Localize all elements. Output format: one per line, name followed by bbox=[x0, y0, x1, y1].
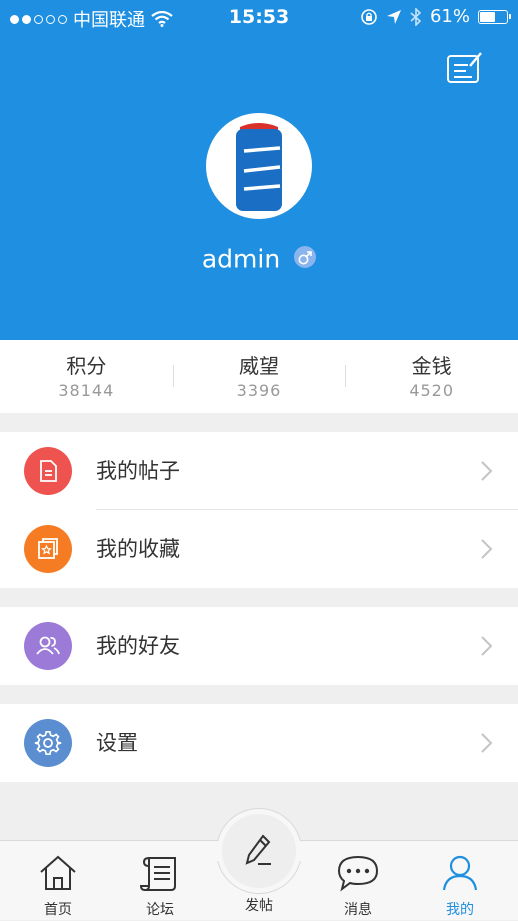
menu-group-content: 我的帖子 我的收藏 bbox=[0, 432, 518, 588]
menu-item-my-favorites[interactable]: 我的收藏 bbox=[0, 510, 518, 588]
tab-post-label: 发帖 bbox=[245, 898, 273, 914]
menu-item-label: 设置 bbox=[96, 731, 138, 755]
menu-item-label: 我的帖子 bbox=[96, 459, 180, 483]
pencil-icon bbox=[245, 834, 271, 865]
stat-money[interactable]: 金钱 4520 bbox=[345, 340, 518, 413]
battery-percent: 61% bbox=[429, 6, 470, 27]
tab-label: 首页 bbox=[44, 902, 72, 918]
gender-male-icon bbox=[294, 246, 317, 268]
stat-prestige[interactable]: 威望 3396 bbox=[172, 340, 346, 413]
user-avatar[interactable] bbox=[206, 113, 312, 219]
friends-icon bbox=[24, 622, 72, 670]
home-icon bbox=[40, 855, 76, 890]
status-bar: 中国联通 15:53 61% bbox=[0, 0, 518, 34]
stat-label: 积分 bbox=[66, 354, 107, 378]
favorites-icon bbox=[24, 525, 72, 573]
stat-label: 威望 bbox=[239, 354, 279, 378]
menu-item-label: 我的收藏 bbox=[96, 537, 180, 561]
menu-item-settings[interactable]: 设置 bbox=[0, 704, 518, 782]
stat-points[interactable]: 积分 38144 bbox=[0, 340, 173, 413]
menu-item-label: 我的好友 bbox=[96, 634, 180, 658]
chevron-right-icon bbox=[481, 733, 493, 753]
battery-icon bbox=[478, 9, 511, 24]
posts-icon bbox=[24, 447, 72, 495]
avatar-logo bbox=[236, 123, 282, 211]
menu-item-my-posts[interactable]: 我的帖子 bbox=[0, 432, 518, 510]
profile-header: 中国联通 15:53 61% admin bbox=[0, 0, 518, 340]
tab-label: 消息 bbox=[344, 902, 372, 918]
post-button[interactable] bbox=[222, 814, 296, 888]
bluetooth-icon bbox=[410, 7, 422, 26]
chevron-right-icon bbox=[481, 539, 493, 559]
edit-profile-icon[interactable] bbox=[444, 50, 484, 86]
rotation-lock-icon bbox=[361, 8, 377, 25]
user-stats: 积分 38144 威望 3396 金钱 4520 bbox=[0, 340, 518, 413]
stat-value: 3396 bbox=[236, 381, 282, 400]
tab-forum[interactable]: 论坛 bbox=[110, 841, 210, 921]
tab-mine[interactable]: 我的 bbox=[410, 841, 510, 921]
forum-scroll-icon bbox=[140, 857, 176, 892]
tab-home[interactable]: 首页 bbox=[8, 841, 108, 921]
tab-messages[interactable]: 消息 bbox=[308, 841, 408, 921]
menu-group-settings: 设置 bbox=[0, 704, 518, 782]
stat-label: 金钱 bbox=[411, 354, 452, 378]
stat-value: 4520 bbox=[409, 381, 455, 400]
chat-bubble-icon bbox=[337, 855, 379, 892]
settings-gear-icon bbox=[24, 719, 72, 767]
stat-value: 38144 bbox=[58, 381, 115, 400]
username: admin bbox=[201, 244, 281, 274]
chevron-right-icon bbox=[481, 461, 493, 481]
tab-label: 论坛 bbox=[146, 902, 174, 918]
user-profile-icon bbox=[442, 855, 478, 891]
menu-item-my-friends[interactable]: 我的好友 bbox=[0, 607, 518, 685]
chevron-right-icon bbox=[481, 636, 493, 656]
menu-group-social: 我的好友 bbox=[0, 607, 518, 685]
tab-label: 我的 bbox=[446, 902, 474, 918]
location-arrow-icon bbox=[386, 9, 401, 24]
